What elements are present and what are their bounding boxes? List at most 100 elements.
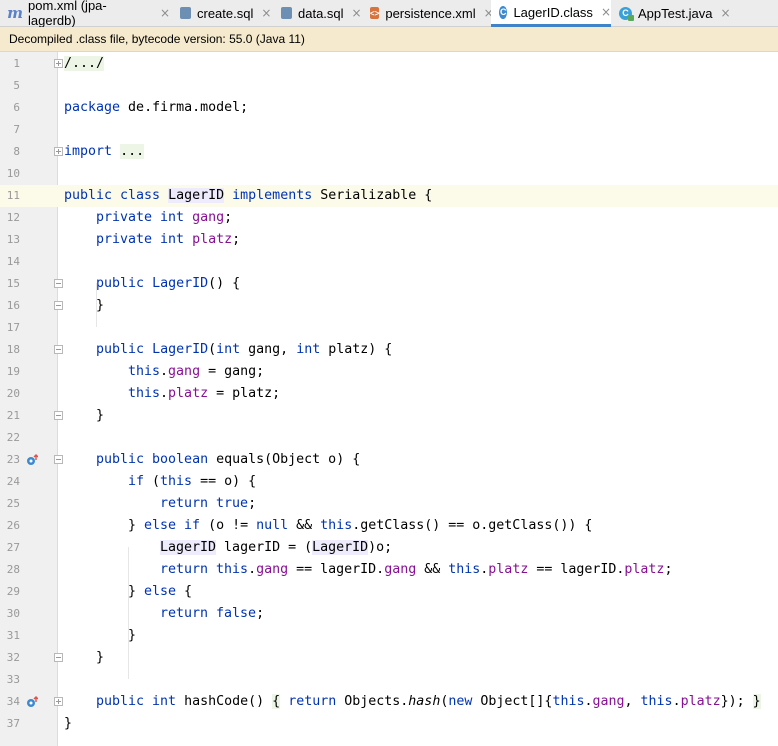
code-token: LagerID bbox=[160, 540, 217, 555]
code-token: this.platz = platz; bbox=[128, 383, 280, 405]
code-line: 20 this.platz = platz; bbox=[0, 383, 778, 405]
code-line: 19 this.gang = gang; bbox=[0, 361, 778, 383]
code-token: platz bbox=[192, 232, 233, 247]
line-number: 10 bbox=[6, 167, 20, 180]
fold-collapse-icon[interactable] bbox=[54, 411, 63, 420]
code-token: () { bbox=[208, 276, 241, 291]
fold-expand-icon[interactable] bbox=[54, 697, 63, 706]
close-icon[interactable]: × bbox=[720, 6, 730, 20]
code-token: private int gang; bbox=[96, 207, 232, 229]
code-line: 32 } bbox=[0, 647, 778, 669]
line-number: 13 bbox=[6, 233, 20, 246]
code-line: 16 } bbox=[0, 295, 778, 317]
maven-icon: m bbox=[7, 4, 23, 22]
line-number: 1 bbox=[13, 57, 20, 70]
test-class-icon: C bbox=[619, 6, 634, 21]
code-token: ( bbox=[208, 342, 217, 357]
code-token: } bbox=[128, 628, 137, 643]
line-number: 27 bbox=[6, 541, 20, 554]
code-token: (o != bbox=[200, 518, 257, 533]
tab-apptest-java[interactable]: C AppTest.java × bbox=[611, 0, 731, 26]
code-line: 5 bbox=[0, 75, 778, 97]
code-token: private int bbox=[96, 232, 185, 247]
line-number: 23 bbox=[6, 453, 20, 466]
close-icon[interactable]: × bbox=[261, 6, 271, 20]
code-token: this bbox=[128, 364, 161, 379]
code-token: platz bbox=[624, 562, 665, 577]
code-token: public bbox=[96, 342, 145, 357]
code-token: LagerID bbox=[152, 276, 209, 291]
code-line: 10 bbox=[0, 163, 778, 185]
fold-collapse-icon[interactable] bbox=[54, 653, 63, 662]
fold-collapse-icon[interactable] bbox=[54, 455, 63, 464]
code-token: null bbox=[256, 518, 289, 533]
code-line: 21 } bbox=[0, 405, 778, 427]
code-token: int bbox=[296, 342, 321, 357]
sql-file-icon bbox=[180, 7, 191, 19]
line-number: 11 bbox=[6, 189, 20, 202]
code-token: import bbox=[64, 144, 113, 159]
code-token: gang bbox=[192, 210, 225, 225]
fold-collapse-icon[interactable] bbox=[54, 279, 63, 288]
tab-persistence-xml[interactable]: <> persistence.xml × bbox=[362, 0, 494, 26]
fold-collapse-icon[interactable] bbox=[54, 301, 63, 310]
code-token: . bbox=[160, 386, 169, 401]
tab-label: data.sql bbox=[298, 5, 344, 21]
code-token: } else { bbox=[128, 581, 192, 603]
code-token: this bbox=[552, 694, 585, 709]
tab-label: pom.xml (jpa-lagerdb) bbox=[28, 0, 107, 28]
code-line: 31 } bbox=[0, 625, 778, 647]
close-icon[interactable]: × bbox=[352, 6, 362, 20]
code-line: 34 public int hashCode() { return Object… bbox=[0, 691, 778, 713]
line-number: 15 bbox=[6, 277, 20, 290]
fold-expand-icon[interactable] bbox=[54, 147, 63, 156]
code-line: 25 return true; bbox=[0, 493, 778, 515]
overrides-method-icon[interactable] bbox=[26, 454, 38, 466]
code-token: gang, bbox=[240, 342, 297, 357]
tab-data-sql[interactable]: data.sql × bbox=[273, 0, 362, 26]
code-line: 37 } bbox=[0, 713, 778, 735]
code-token: import ... bbox=[64, 141, 145, 163]
line-number: 5 bbox=[13, 79, 20, 92]
code-token: = gang; bbox=[200, 364, 265, 379]
line-number: 34 bbox=[6, 695, 20, 708]
code-token: if (this == o) { bbox=[128, 471, 256, 493]
code-token: public LagerID() { bbox=[96, 273, 240, 295]
code-token: Serializable { bbox=[312, 188, 433, 203]
code-token: } bbox=[96, 405, 104, 427]
code-token: } bbox=[64, 713, 72, 735]
code-token: (Object o) { bbox=[264, 452, 361, 467]
code-token: ; bbox=[256, 606, 265, 621]
fold-expand-icon[interactable] bbox=[54, 59, 63, 68]
code-token: return true; bbox=[160, 493, 256, 515]
tab-lagerid-class[interactable]: C LagerID.class × bbox=[491, 0, 611, 27]
code-line: 14 bbox=[0, 251, 778, 273]
code-editor[interactable]: 1 /.../ 5 6 package de.firma.model; 7 8 … bbox=[0, 52, 778, 746]
line-number: 17 bbox=[6, 321, 20, 334]
close-icon[interactable]: × bbox=[160, 6, 170, 20]
close-icon[interactable]: × bbox=[601, 5, 611, 19]
line-number: 20 bbox=[6, 387, 20, 400]
line-number: 6 bbox=[13, 101, 20, 114]
code-line: 7 bbox=[0, 119, 778, 141]
line-number: 24 bbox=[6, 475, 20, 488]
tab-create-sql[interactable]: create.sql × bbox=[172, 0, 273, 26]
code-token: if bbox=[128, 474, 145, 489]
fold-collapse-icon[interactable] bbox=[54, 345, 63, 354]
line-number: 32 bbox=[6, 651, 20, 664]
tab-pom-xml[interactable]: m pom.xml (jpa-lagerdb) × bbox=[0, 0, 170, 28]
code-token: public boolean bbox=[96, 452, 209, 467]
sql-file-icon bbox=[281, 7, 292, 19]
code-token: Objects. bbox=[336, 694, 409, 709]
line-number: 30 bbox=[6, 607, 20, 620]
line-number: 7 bbox=[13, 123, 20, 136]
code-line: 29 } else { bbox=[0, 581, 778, 603]
overrides-method-icon[interactable] bbox=[26, 696, 38, 708]
code-token: ; bbox=[664, 562, 673, 577]
tab-label: create.sql bbox=[197, 5, 254, 21]
